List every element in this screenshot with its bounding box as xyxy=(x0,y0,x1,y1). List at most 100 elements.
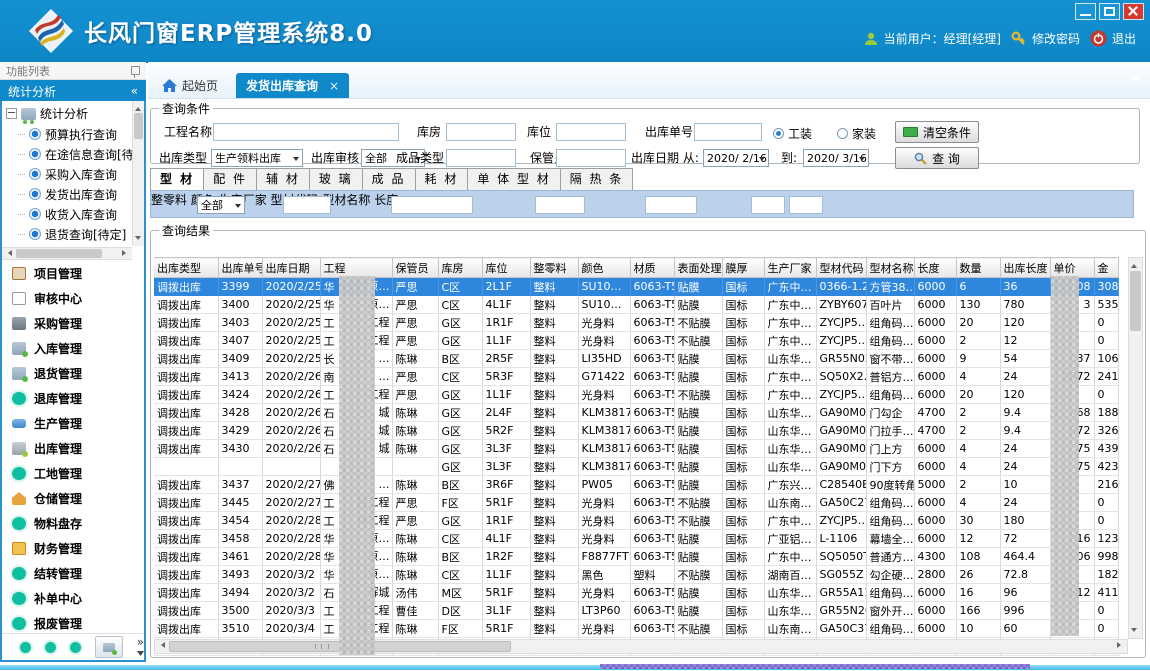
change-password-button[interactable]: 修改密码 xyxy=(1011,30,1080,47)
table-row[interactable]: 调拨出库34612020/2/28华原…陈琳B区1R2F整料F8877FT606… xyxy=(154,548,1118,566)
tab-list-chevron-icon[interactable] xyxy=(1130,76,1140,87)
scroll-up-icon[interactable] xyxy=(135,104,141,111)
table-row[interactable]: 调拨出库34372020/2/27佛…陈琳B区3R6F整料PW056063-T5… xyxy=(154,476,1118,494)
more-modules-chevron[interactable]: » xyxy=(137,637,144,657)
cart-module-button[interactable] xyxy=(95,636,123,658)
table-row[interactable]: G区3L3F整料KLM38176063-T5贴膜国标山东华…GA90M09…门下… xyxy=(154,458,1118,476)
column-header[interactable]: 整零料 xyxy=(530,258,578,278)
table-row[interactable]: 调拨出库34282020/2/26石城陈琳G区2L4F整料KLM38176063… xyxy=(154,404,1118,422)
product-type-input[interactable] xyxy=(446,149,516,167)
radio-jiazhuang[interactable]: 家装 xyxy=(837,125,876,142)
table-row[interactable]: 调拨出库34542020/2/28工共工程严思G区1R1F整料光身料6063-T… xyxy=(154,512,1118,530)
column-header[interactable]: 长度 xyxy=(914,258,956,278)
column-header[interactable]: 工程 xyxy=(320,258,392,278)
length-input-1[interactable] xyxy=(751,196,785,214)
tree-vertical-scrollbar[interactable] xyxy=(132,101,144,246)
close-button[interactable] xyxy=(1123,3,1144,20)
tab-close-icon[interactable]: × xyxy=(329,79,339,93)
sidebar-item-finance[interactable]: 财务管理 xyxy=(2,536,144,561)
sidebar-section-header[interactable]: 统计分析 « xyxy=(0,80,146,102)
column-header[interactable]: 保管员 xyxy=(392,258,438,278)
table-row[interactable]: 调拨出库35102020/3/4工共工程陈琳F区5R1F整料光身料6063-T5… xyxy=(154,620,1118,638)
table-row[interactable]: 调拨出库34242020/2/26工工程严思G区1L1F整料光身料6063-T5… xyxy=(154,386,1118,404)
material-tab[interactable]: 型 材 xyxy=(150,168,204,191)
column-header[interactable]: 金 xyxy=(1094,258,1118,278)
material-tab[interactable]: 单 体 型 材 xyxy=(468,168,560,191)
sidebar-item-teal[interactable]: 报废管理 xyxy=(2,611,144,634)
scrollbar-thumb[interactable] xyxy=(16,249,102,258)
material-tab[interactable]: 玻 璃 xyxy=(310,168,363,191)
outbound-no-input[interactable] xyxy=(694,123,762,141)
table-row[interactable]: 调拨出库34132020/2/26南…严思C区5R3F整料G714226063-… xyxy=(154,368,1118,386)
sidebar-item-cart-in[interactable]: 入库管理 xyxy=(2,336,144,361)
column-header[interactable]: 生产厂家 xyxy=(764,258,816,278)
table-row[interactable]: 调拨出库34452020/2/27工共工程严思F区5R1F整料光身料6063-T… xyxy=(154,494,1118,512)
scroll-left-icon[interactable] xyxy=(5,250,12,256)
minimize-button[interactable] xyxy=(1075,3,1096,20)
tree-item[interactable]: 发货出库查询 xyxy=(2,184,144,204)
whole-part-select[interactable]: 全部 xyxy=(197,196,245,214)
scrollbar-thumb[interactable] xyxy=(1130,271,1141,331)
column-header[interactable]: 表面处理 xyxy=(674,258,722,278)
sidebar-item-note[interactable]: 审核中心 xyxy=(2,286,144,311)
manufacturer-input[interactable] xyxy=(391,196,473,214)
profile-name-input[interactable] xyxy=(645,196,697,214)
table-row[interactable]: 调拨出库34002020/2/25华原…严思C区4L1F整料SU10…6063-… xyxy=(154,296,1118,314)
scroll-left-icon[interactable] xyxy=(158,642,165,648)
table-row[interactable]: 调拨出库34942020/3/2石辉城汤伟M区5R1F整料光身料6063-T5贴… xyxy=(154,584,1118,602)
material-tab[interactable]: 耗 材 xyxy=(416,168,469,191)
maximize-button[interactable] xyxy=(1099,3,1120,20)
clear-conditions-button[interactable]: 清空条件 xyxy=(895,121,979,143)
sidebar-item-clipboard[interactable]: 项目管理 xyxy=(2,261,144,286)
sidebar-item-cart-out[interactable]: 出库管理 xyxy=(2,436,144,461)
tree-item[interactable]: 退库管理[待定] xyxy=(2,244,144,246)
material-tab[interactable]: 配 件 xyxy=(204,168,257,191)
tree-item[interactable]: 收货入库查询 xyxy=(2,204,144,224)
tab-home[interactable]: 起始页 xyxy=(152,73,228,98)
sidebar-item-teal[interactable]: 物料盘存 xyxy=(2,511,144,536)
column-header[interactable]: 膜厚 xyxy=(722,258,764,278)
sidebar-item-teal[interactable]: 工地管理 xyxy=(2,461,144,486)
date-to-picker[interactable]: 2020/ 3/16 xyxy=(803,149,869,167)
tree-item[interactable]: 在途信息查询[待 xyxy=(2,144,144,164)
logout-button[interactable]: 退出 xyxy=(1090,30,1136,47)
table-row[interactable]: 调拨出库34582020/2/28华原…陈琳C区4L1F整料光身料6063-T5… xyxy=(154,530,1118,548)
tree-item[interactable]: 退货查询[待定] xyxy=(2,224,144,244)
table-row[interactable]: 调拨出库34092020/2/25长…陈琳B区2R5F整料LI35HD6063-… xyxy=(154,350,1118,368)
module-dot-icon[interactable] xyxy=(20,642,31,653)
search-button[interactable]: 查 询 xyxy=(895,147,979,169)
sidebar-item-teal[interactable]: 补单中心 xyxy=(2,586,144,611)
table-vertical-scrollbar[interactable] xyxy=(1128,257,1143,639)
warehouse-input[interactable] xyxy=(446,123,516,141)
table-row[interactable]: 调拨出库34292020/2/26石城陈琳G区5R2F整料KLM38176063… xyxy=(154,422,1118,440)
scroll-right-icon[interactable] xyxy=(122,250,129,256)
sidebar-item-warehouse[interactable]: 仓储管理 xyxy=(2,486,144,511)
module-dot-icon[interactable] xyxy=(70,642,81,653)
pin-icon[interactable] xyxy=(131,66,140,75)
sidebar-item-cart[interactable]: 采购管理 xyxy=(2,311,144,336)
sidebar-item-teal[interactable]: 结转管理 xyxy=(2,561,144,586)
column-header[interactable]: 型材代码 xyxy=(816,258,866,278)
tree-root-item[interactable]: 统计分析 xyxy=(2,101,144,124)
location-input[interactable] xyxy=(556,123,626,141)
sidebar-item-teal[interactable]: 退库管理 xyxy=(2,386,144,411)
column-header[interactable]: 单价 xyxy=(1050,258,1094,278)
column-header[interactable]: 材质 xyxy=(630,258,674,278)
column-header[interactable]: 出库长度 xyxy=(1000,258,1050,278)
tree-item[interactable]: 采购入库查询 xyxy=(2,164,144,184)
tab-shipping-outbound-query[interactable]: 发货出库查询 × xyxy=(236,73,349,98)
column-header[interactable]: 库房 xyxy=(438,258,482,278)
sidebar-item-production[interactable]: 生产管理 xyxy=(2,411,144,436)
column-header[interactable]: 数量 xyxy=(956,258,1000,278)
collapse-icon[interactable]: « xyxy=(131,84,138,98)
length-input-2[interactable] xyxy=(789,196,823,214)
scrollbar-thumb[interactable] xyxy=(134,113,143,139)
date-from-picker[interactable]: 2020/ 2/16 xyxy=(703,149,769,167)
scroll-down-icon[interactable] xyxy=(135,236,141,243)
material-tab[interactable]: 隔 热 条 xyxy=(561,168,634,191)
keeper-input[interactable] xyxy=(556,149,626,167)
column-header[interactable]: 出库类型 xyxy=(154,258,218,278)
material-tab[interactable]: 辅 材 xyxy=(257,168,310,191)
project-name-input[interactable] xyxy=(213,123,399,141)
profile-code-input[interactable] xyxy=(535,196,585,214)
